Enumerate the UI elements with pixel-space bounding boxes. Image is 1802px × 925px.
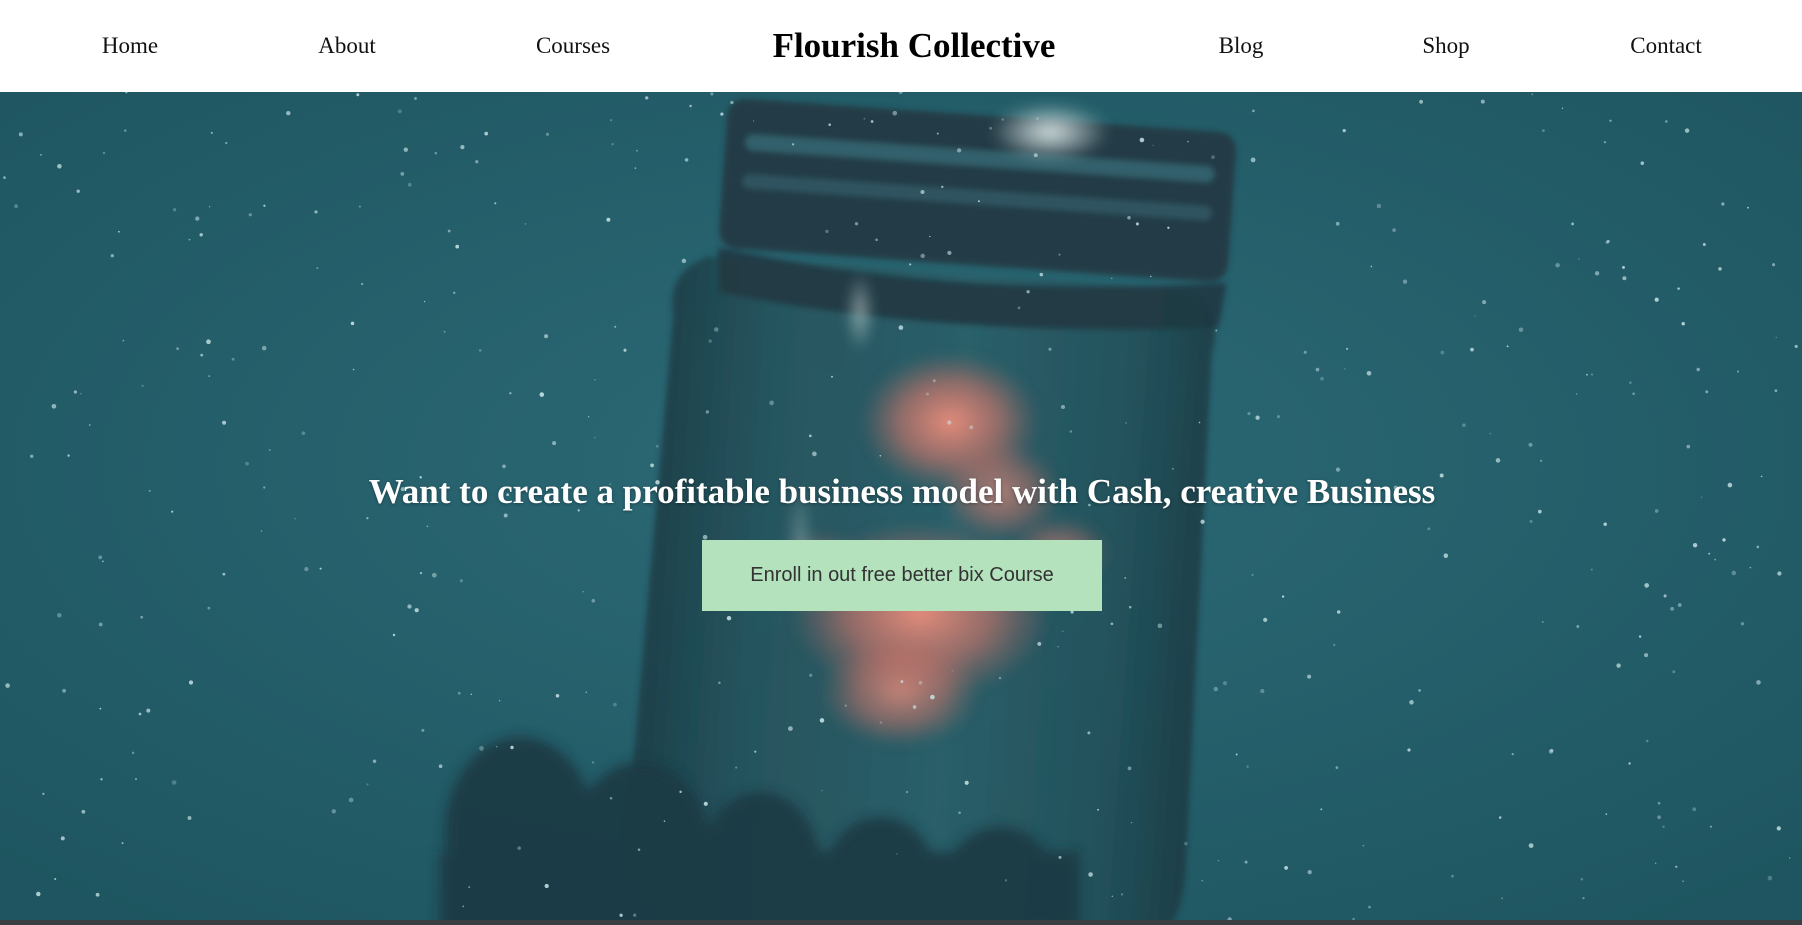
nav-link-home[interactable]: Home <box>102 33 158 59</box>
nav-link-blog[interactable]: Blog <box>1219 33 1264 59</box>
nav-link-courses[interactable]: Courses <box>536 33 610 59</box>
page-bottom-edge <box>0 920 1802 925</box>
nav-link-about[interactable]: About <box>318 33 376 59</box>
nav-link-contact[interactable]: Contact <box>1630 33 1702 59</box>
top-navigation: Home About Courses Flourish Collective B… <box>0 0 1802 92</box>
site-logo-title[interactable]: Flourish Collective <box>773 26 1056 66</box>
enroll-course-button[interactable]: Enroll in out free better bix Course <box>702 540 1102 611</box>
nav-link-shop[interactable]: Shop <box>1422 33 1469 59</box>
hero-section: Want to create a profitable business mod… <box>0 92 1802 920</box>
hero-headline: Want to create a profitable business mod… <box>368 472 1436 511</box>
